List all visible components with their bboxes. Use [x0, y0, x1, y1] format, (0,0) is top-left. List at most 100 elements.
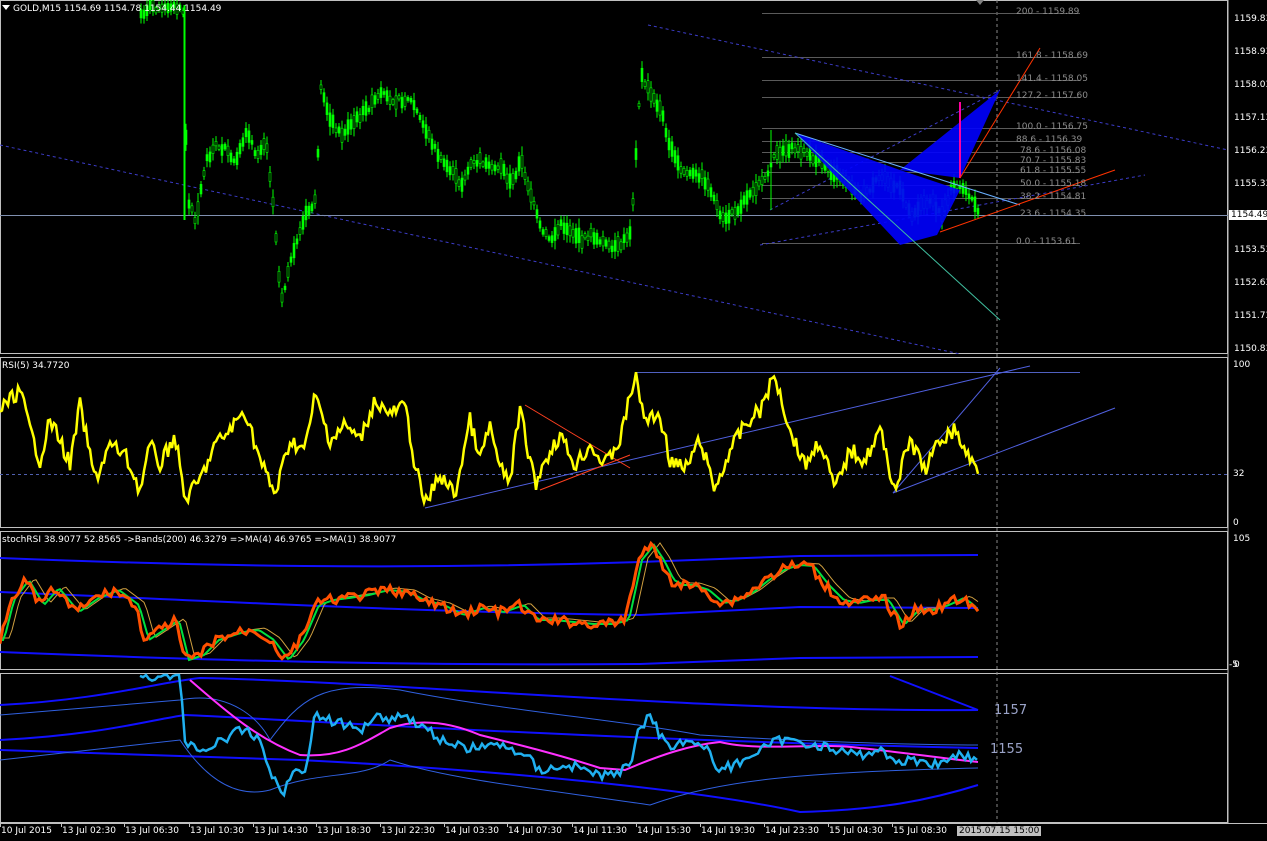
candle-body — [697, 173, 701, 183]
candle-body — [394, 95, 398, 110]
stoch-band-lower — [0, 651, 979, 666]
time-tick: 13 Jul 10:30 — [190, 826, 244, 836]
candle-body — [319, 84, 323, 90]
candle-body — [403, 95, 407, 107]
rsi-tick-0: 0 — [1233, 518, 1239, 528]
rsi-tick-100: 100 — [1233, 360, 1251, 370]
candle-body — [523, 172, 527, 180]
candle-body — [448, 166, 452, 176]
candle-body — [742, 195, 746, 205]
candle-body — [604, 239, 608, 247]
candle-body — [577, 227, 581, 244]
candle-body — [265, 143, 269, 153]
candle-body — [325, 102, 329, 115]
candle-body — [223, 143, 227, 150]
time-tick: 14 Jul 23:30 — [765, 826, 819, 836]
candle-body — [592, 232, 596, 245]
time-tick: 15 Jul 08:30 — [893, 826, 947, 836]
cursor-time-tag: 2015.07.15 15:00 — [957, 826, 1042, 836]
fibo-level-label: 61.8 - 1155.55 — [1020, 166, 1087, 176]
candle-body — [346, 119, 350, 135]
candle-body — [760, 175, 764, 186]
candle-body — [442, 158, 446, 167]
candle-body — [634, 148, 638, 160]
candle-body — [628, 226, 632, 240]
stochrsi-panel[interactable] — [0, 540, 980, 666]
candle-body — [502, 163, 506, 176]
candle-body — [382, 91, 386, 95]
candle-body — [508, 173, 512, 189]
candle-body — [598, 239, 602, 245]
fibo-level-label: 23.6 - 1154.35 — [1020, 209, 1087, 219]
candle-body — [202, 170, 206, 177]
candle-body — [682, 167, 686, 175]
candle-body — [280, 292, 284, 303]
candle-body — [289, 256, 293, 263]
candle-body — [418, 114, 422, 120]
candle-body — [559, 219, 563, 227]
candle-body — [586, 235, 590, 241]
candle-body — [262, 138, 266, 150]
candle-body — [274, 233, 278, 243]
fibo-level-label: 127.2 - 1157.60 — [1016, 91, 1088, 101]
candle-body — [253, 150, 257, 157]
candle-body — [487, 161, 491, 169]
candle-body — [613, 240, 617, 252]
rsi-panel[interactable] — [0, 365, 1228, 509]
time-tick: 13 Jul 22:30 — [381, 826, 435, 836]
candle-body — [463, 174, 467, 181]
candle-body — [790, 142, 794, 150]
candle-body — [520, 154, 524, 169]
candle-body — [775, 145, 779, 160]
candle-body — [622, 234, 626, 243]
candle-body — [967, 193, 971, 200]
candle-body — [568, 225, 572, 237]
candle-body — [799, 146, 803, 160]
candle-body — [235, 151, 239, 166]
candle-body — [370, 94, 374, 109]
price-tick: 1158.93 — [1234, 47, 1267, 57]
candle-body — [268, 171, 272, 182]
rsi-line — [0, 371, 980, 508]
candle-body — [556, 224, 560, 236]
candle-body — [193, 217, 197, 225]
candle-body — [649, 87, 653, 102]
dropdown-triangle-icon[interactable] — [2, 5, 10, 10]
candle-body — [700, 169, 704, 179]
candle-body — [673, 150, 677, 164]
candle-body — [211, 144, 215, 154]
candle-body — [226, 145, 230, 156]
candle-body — [430, 138, 434, 150]
candle-body — [457, 179, 461, 187]
candle-body — [367, 107, 371, 112]
stoch-tick-105: 105 — [1233, 534, 1251, 544]
candle-body — [331, 114, 335, 128]
bb-upper-tail — [889, 675, 979, 711]
candle-body — [304, 205, 308, 221]
candle-body — [550, 235, 554, 243]
candle-body — [685, 170, 689, 177]
time-tick: 14 Jul 03:30 — [445, 826, 499, 836]
candle-body — [244, 128, 248, 138]
candle-body — [652, 93, 656, 104]
stochrsi-header: stochRSI 38.9077 52.8565 ->Bands(200) 46… — [2, 535, 397, 545]
candle-body — [343, 128, 347, 136]
bands-panel[interactable] — [0, 673, 979, 814]
candle-body — [349, 119, 353, 130]
channel-upper — [647, 24, 1229, 151]
fibo-level-label: 70.7 - 1155.83 — [1020, 156, 1087, 166]
rsi-tick-32: 32 — [1233, 469, 1245, 479]
candle-body — [739, 199, 743, 214]
candle-body — [781, 145, 785, 156]
candle-body — [199, 184, 203, 195]
candle-body — [292, 243, 296, 259]
price-tick: 1158.03 — [1234, 80, 1267, 90]
candle-body — [490, 164, 494, 171]
candle-body — [373, 95, 377, 105]
candle-body — [730, 209, 734, 215]
time-tick: 14 Jul 15:30 — [637, 826, 691, 836]
candle-body — [334, 127, 338, 133]
candle-body — [340, 127, 344, 143]
candle-body — [412, 100, 416, 111]
candle-body — [532, 201, 536, 206]
